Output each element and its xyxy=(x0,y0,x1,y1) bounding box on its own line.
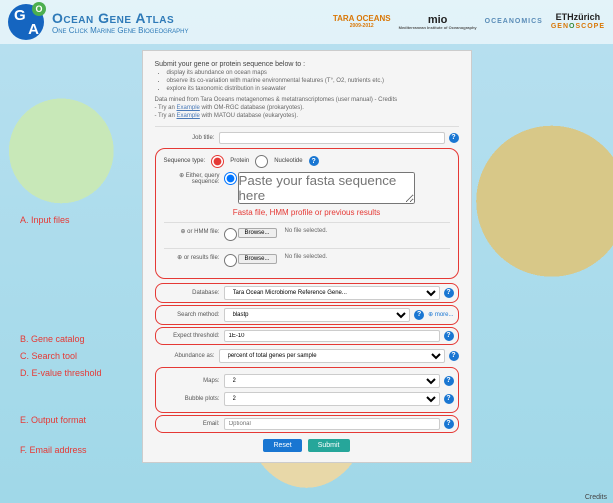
hmm-label: ⊕ or HMM file: xyxy=(164,228,220,235)
annotation-b: B. Gene catalog xyxy=(20,334,85,344)
protein-radio[interactable] xyxy=(211,155,224,168)
info-icon[interactable]: ? xyxy=(414,310,424,320)
genoscope-logo: GENOSCOPE xyxy=(551,23,605,31)
database-select[interactable]: Tara Ocean Microbiome Reference Gene... xyxy=(224,286,440,300)
database-label: Database: xyxy=(160,290,220,296)
fasta-textarea[interactable] xyxy=(238,172,415,204)
maps-label: Maps: xyxy=(160,378,220,384)
main-title: Ocean Gene Atlas xyxy=(52,10,188,26)
annotation-c: C. Search tool xyxy=(20,351,77,361)
submit-button[interactable]: Submit xyxy=(308,439,350,452)
either-query-label: ⊕ Either, query sequence: xyxy=(164,172,220,185)
results-label: ⊕ or results file: xyxy=(164,254,220,261)
info-icon[interactable]: ? xyxy=(444,376,454,386)
oceanomics-logo: OCEANOMICS xyxy=(485,18,543,26)
hmm-radio[interactable] xyxy=(224,228,237,241)
results-radio[interactable] xyxy=(224,254,237,267)
input-files-box: Sequence type: Protein Nucleotide ? ⊕ Ei… xyxy=(155,148,459,279)
bubble-select[interactable]: 2 xyxy=(224,392,440,406)
header: O Ocean Gene Atlas One Click Marine Gene… xyxy=(0,0,613,44)
hmm-browse-button[interactable]: Browse... xyxy=(238,228,277,238)
email-label: Email: xyxy=(160,421,220,427)
expect-input[interactable] xyxy=(224,330,440,342)
annotation-e: E. Output format xyxy=(20,415,86,425)
info-icon[interactable]: ? xyxy=(444,419,454,429)
info-icon[interactable]: ? xyxy=(444,331,454,341)
more-link[interactable]: ⊕ more... xyxy=(428,311,453,318)
info-icon[interactable]: ? xyxy=(449,351,459,361)
red-hint: Fasta file, HMM profile or previous resu… xyxy=(164,208,450,217)
job-title-label: Job title: xyxy=(155,135,215,141)
abundance-label: Abundance as: xyxy=(155,353,215,359)
intro-text: Submit your gene or protein sequence bel… xyxy=(155,61,459,93)
bubble-label: Bubble plots: xyxy=(160,396,220,402)
reset-button[interactable]: Reset xyxy=(263,439,301,452)
oga-logo: O xyxy=(8,4,44,40)
sequence-type-label: Sequence type: xyxy=(164,158,206,164)
info-icon[interactable]: ? xyxy=(449,133,459,143)
info-icon[interactable]: ? xyxy=(444,394,454,404)
job-title-input[interactable] xyxy=(219,132,445,144)
partner-logos: TARA OCEANS2009-2012 mioMediterranean In… xyxy=(333,13,605,31)
data-mined: Data mined from Tara Oceans metagenomes … xyxy=(155,97,459,120)
info-icon[interactable]: ? xyxy=(309,156,319,166)
results-browse-button[interactable]: Browse... xyxy=(238,254,277,264)
info-icon[interactable]: ? xyxy=(444,288,454,298)
credits-link[interactable]: Credits xyxy=(585,494,607,501)
sub-title: One Click Marine Gene Biogeography xyxy=(52,26,188,35)
query-seq-radio[interactable] xyxy=(224,172,237,185)
search-method-select[interactable]: blastp xyxy=(224,308,411,322)
eth-logo: ETHzürich xyxy=(551,13,605,23)
annotation-d: D. E-value threshold xyxy=(20,368,102,378)
example-link-omrgc[interactable]: Example xyxy=(177,105,200,111)
search-method-label: Search method: xyxy=(160,312,220,318)
maps-select[interactable]: 2 xyxy=(224,374,440,388)
form-panel: Submit your gene or protein sequence bel… xyxy=(142,50,472,463)
nucleotide-radio[interactable] xyxy=(255,155,268,168)
annotation-f: F. Email address xyxy=(20,445,87,455)
email-input[interactable] xyxy=(224,418,440,430)
expect-label: Expect threshold: xyxy=(160,333,220,339)
example-link-matou[interactable]: Example xyxy=(177,113,200,119)
annotation-a: A. Input files xyxy=(20,215,70,225)
abundance-select[interactable]: percent of total genes per sample xyxy=(219,349,445,363)
